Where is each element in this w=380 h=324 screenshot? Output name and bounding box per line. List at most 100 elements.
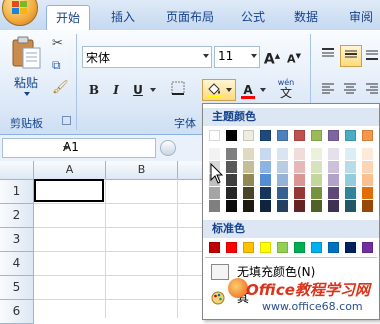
font-name-combo[interactable]: 宋体 (82, 46, 212, 68)
name-box[interactable]: A1 (2, 138, 156, 158)
theme-color-swatch[interactable] (294, 187, 305, 199)
standard-color-swatch[interactable] (260, 242, 271, 253)
tab-review[interactable]: 审阅 (342, 5, 380, 29)
row-header-1[interactable]: 1 (0, 180, 34, 204)
cut-icon[interactable]: ✂ (52, 36, 63, 51)
theme-color-swatch[interactable] (328, 187, 339, 199)
row-header-3[interactable]: 3 (0, 228, 34, 252)
theme-color-swatch[interactable] (243, 200, 254, 212)
tab-insert[interactable]: 插入 (102, 5, 144, 29)
theme-color-swatch[interactable] (294, 174, 305, 186)
italic-button[interactable]: I (106, 80, 126, 100)
theme-color-swatch[interactable] (345, 148, 356, 160)
theme-color-swatch[interactable] (294, 148, 305, 160)
align-bottom-button[interactable] (362, 46, 380, 66)
theme-color-swatch[interactable] (294, 161, 305, 173)
theme-color-swatch[interactable] (277, 161, 288, 173)
row-header-4[interactable]: 4 (0, 252, 34, 276)
theme-color-swatch[interactable] (243, 161, 254, 173)
theme-color-swatch[interactable] (226, 200, 237, 212)
theme-color-swatch[interactable] (328, 161, 339, 173)
theme-color-swatch[interactable] (345, 187, 356, 199)
standard-color-swatch[interactable] (243, 242, 254, 253)
theme-color-swatch[interactable] (277, 187, 288, 199)
theme-color-swatch[interactable] (362, 130, 373, 141)
standard-color-swatch[interactable] (226, 242, 237, 253)
standard-color-swatch[interactable] (328, 242, 339, 253)
format-painter-icon[interactable]: 🖌 (52, 80, 69, 95)
theme-color-swatch[interactable] (328, 148, 339, 160)
font-color-dropdown-arrow[interactable] (260, 88, 266, 92)
theme-color-swatch[interactable] (294, 130, 305, 141)
theme-color-swatch[interactable] (243, 187, 254, 199)
theme-color-swatch[interactable] (277, 130, 288, 141)
select-all-corner[interactable] (0, 161, 34, 180)
paste-dropdown-arrow[interactable] (24, 92, 30, 96)
theme-color-swatch[interactable] (362, 200, 373, 212)
standard-color-swatch[interactable] (362, 242, 373, 253)
theme-color-swatch[interactable] (226, 148, 237, 160)
align-middle-button[interactable] (340, 45, 362, 67)
underline-dropdown-arrow[interactable] (150, 88, 156, 92)
theme-color-swatch[interactable] (260, 130, 271, 141)
chevron-down-icon[interactable] (63, 146, 69, 150)
phonetic-button[interactable]: wén 文 (272, 78, 300, 102)
theme-color-swatch[interactable] (209, 200, 220, 212)
theme-color-swatch[interactable] (311, 148, 322, 160)
theme-color-swatch[interactable] (311, 161, 322, 173)
font-color-button[interactable]: A (238, 80, 258, 100)
fill-color-button[interactable] (202, 79, 236, 101)
align-right-button[interactable] (362, 80, 380, 100)
theme-color-swatch[interactable] (209, 187, 220, 199)
copy-icon[interactable]: ⧉ (52, 58, 61, 73)
formula-bar-expand-handle[interactable] (160, 140, 176, 156)
align-center-button[interactable] (340, 80, 360, 100)
row-header-6[interactable]: 6 (0, 300, 34, 324)
standard-color-swatch[interactable] (209, 242, 220, 253)
tab-home[interactable]: 开始 (46, 5, 90, 31)
theme-color-swatch[interactable] (243, 148, 254, 160)
theme-color-swatch[interactable] (243, 174, 254, 186)
theme-color-swatch[interactable] (277, 200, 288, 212)
column-header-b[interactable]: B (106, 161, 178, 180)
theme-color-swatch[interactable] (260, 174, 271, 186)
theme-color-swatch[interactable] (311, 187, 322, 199)
underline-button[interactable]: U (128, 80, 148, 100)
align-left-button[interactable] (318, 80, 338, 100)
theme-color-swatch[interactable] (260, 187, 271, 199)
theme-color-swatch[interactable] (311, 200, 322, 212)
row-header-2[interactable]: 2 (0, 204, 34, 228)
tab-page-layout[interactable]: 页面布局 (158, 5, 222, 29)
paste-label[interactable]: 粘贴 (14, 74, 38, 91)
theme-color-swatch[interactable] (294, 200, 305, 212)
theme-color-swatch[interactable] (345, 130, 356, 141)
theme-color-swatch[interactable] (345, 174, 356, 186)
row-header-5[interactable]: 5 (0, 276, 34, 300)
theme-color-swatch[interactable] (345, 161, 356, 173)
bold-button[interactable]: B (84, 80, 104, 100)
theme-color-swatch[interactable] (209, 130, 220, 141)
dialog-launcher-icon[interactable] (62, 116, 71, 125)
theme-color-swatch[interactable] (260, 148, 271, 160)
office-button[interactable] (2, 0, 38, 26)
theme-color-swatch[interactable] (362, 148, 373, 160)
align-top-button[interactable] (318, 46, 338, 66)
standard-color-swatch[interactable] (294, 242, 305, 253)
standard-color-swatch[interactable] (277, 242, 288, 253)
font-size-combo[interactable]: 11 (214, 46, 260, 68)
theme-color-swatch[interactable] (226, 130, 237, 141)
theme-color-swatch[interactable] (260, 200, 271, 212)
theme-color-swatch[interactable] (362, 161, 373, 173)
tab-formulas[interactable]: 公式 (236, 5, 270, 29)
tab-data[interactable]: 数据 (288, 5, 324, 29)
theme-color-swatch[interactable] (345, 200, 356, 212)
shrink-font-button[interactable]: A▼ (284, 46, 304, 66)
column-header-a[interactable]: A (34, 161, 106, 180)
theme-color-swatch[interactable] (226, 187, 237, 199)
theme-color-swatch[interactable] (277, 148, 288, 160)
standard-color-swatch[interactable] (311, 242, 322, 253)
borders-button[interactable] (168, 80, 188, 100)
theme-color-swatch[interactable] (328, 174, 339, 186)
theme-color-swatch[interactable] (226, 161, 237, 173)
theme-color-swatch[interactable] (260, 161, 271, 173)
